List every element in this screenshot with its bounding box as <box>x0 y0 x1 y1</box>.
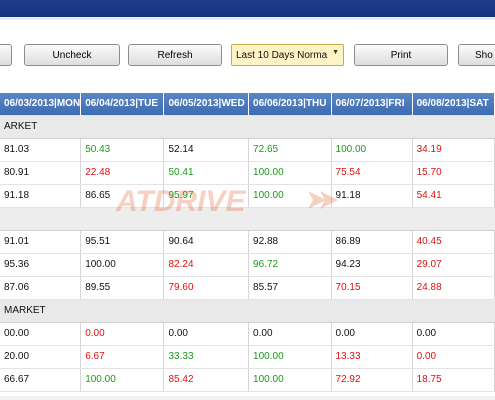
table-cell: 50.43 <box>80 138 165 162</box>
table-cell: 96.72 <box>248 253 332 277</box>
table-cell: 94.23 <box>331 253 413 277</box>
table-cell: 86.65 <box>80 184 165 208</box>
table-cell: 92.88 <box>248 230 332 254</box>
table-cell: 91.01 <box>0 230 82 254</box>
table-cell: 95.51 <box>80 230 165 254</box>
uncheck-button[interactable]: Uncheck <box>24 44 120 66</box>
table-cell: 00.00 <box>0 322 82 346</box>
title-bar <box>0 0 495 20</box>
table-cell: 20.00 <box>0 345 82 369</box>
table-row[interactable]: 91.01 95.51 90.64 92.88 86.89 40.45 <box>0 230 495 254</box>
table-cell: 70.15 <box>331 276 413 300</box>
table-cell: 0.00 <box>412 345 495 369</box>
table-cell: 87.06 <box>0 276 82 300</box>
table-cell: 0.00 <box>163 322 250 346</box>
horizontal-scrollbar[interactable] <box>0 396 495 400</box>
table-cell: 89.55 <box>80 276 165 300</box>
column-header[interactable]: 06/05/2013|WED <box>163 93 250 116</box>
group-label <box>0 207 495 231</box>
table-row[interactable]: 00.00 0.00 0.00 0.00 0.00 0.00 <box>0 322 495 346</box>
table-cell: 13.33 <box>331 345 413 369</box>
table-cell: 81.03 <box>0 138 82 162</box>
table-row[interactable]: 20.00 6.67 33.33 100.00 13.33 0.00 <box>0 345 495 369</box>
grid-body: ARKET 81.03 50.43 52.14 72.65 100.00 34.19 80.9… <box>0 115 495 392</box>
table-cell: 75.54 <box>331 161 413 185</box>
table-cell: 34.19 <box>412 138 495 162</box>
group-label: MARKET <box>0 299 495 323</box>
refresh-button[interactable]: Refresh <box>128 44 222 66</box>
table-cell: 91.18 <box>331 184 413 208</box>
table-cell: 91.18 <box>0 184 82 208</box>
table-cell: 40.45 <box>412 230 495 254</box>
table-cell: 50.41 <box>163 161 250 185</box>
table-cell: 0.00 <box>248 322 332 346</box>
table-cell: 100.00 <box>248 368 332 392</box>
check-button[interactable] <box>0 44 12 66</box>
table-cell: 100.00 <box>80 253 165 277</box>
table-row[interactable]: 95.36 100.00 82.24 96.72 94.23 29.07 <box>0 253 495 277</box>
table-cell: 15.70 <box>412 161 495 185</box>
chevron-down-icon: ▼ <box>332 49 339 56</box>
table-cell: 100.00 <box>248 184 332 208</box>
table-cell: 72.92 <box>331 368 413 392</box>
table-cell: 24.88 <box>412 276 495 300</box>
grid-header-row: 06/03/2013|MON 06/04/2013|TUE 06/05/2013|W… <box>0 93 495 116</box>
group-row: ARKET <box>0 115 495 139</box>
table-cell: 66.67 <box>0 368 82 392</box>
table-cell: 52.14 <box>163 138 250 162</box>
column-header[interactable]: 06/06/2013|THU <box>248 93 332 116</box>
column-header[interactable]: 06/04/2013|TUE <box>80 93 165 116</box>
table-cell: 0.00 <box>412 322 495 346</box>
group-label: ARKET <box>0 115 495 139</box>
table-cell: 80.91 <box>0 161 82 185</box>
table-cell: 95.36 <box>0 253 82 277</box>
table-cell: 29.07 <box>412 253 495 277</box>
table-row[interactable]: 81.03 50.43 52.14 72.65 100.00 34.19 <box>0 138 495 162</box>
table-row[interactable]: 66.67 100.00 85.42 100.00 72.92 18.75 <box>0 368 495 392</box>
table-cell: 22.48 <box>80 161 165 185</box>
group-row: MARKET <box>0 299 495 323</box>
table-cell: 79.60 <box>163 276 250 300</box>
table-cell: 18.75 <box>412 368 495 392</box>
column-header[interactable]: 06/03/2013|MON <box>0 93 82 116</box>
table-cell: 100.00 <box>248 345 332 369</box>
print-button[interactable]: Print <box>354 44 448 66</box>
table-cell: 100.00 <box>331 138 413 162</box>
table-cell: 90.64 <box>163 230 250 254</box>
table-cell: 85.42 <box>163 368 250 392</box>
table-row[interactable]: 91.18 86.65 95.97 100.00 91.18 54.41 <box>0 184 495 208</box>
table-cell: 100.00 <box>248 161 332 185</box>
table-cell: 0.00 <box>331 322 413 346</box>
show-button[interactable]: Sho <box>458 44 495 66</box>
table-cell: 85.57 <box>248 276 332 300</box>
table-row[interactable]: 87.06 89.55 79.60 85.57 70.15 24.88 <box>0 276 495 300</box>
date-range-select[interactable]: Last 10 Days Norma ▼ <box>231 44 344 66</box>
table-cell: 0.00 <box>80 322 165 346</box>
column-header[interactable]: 06/08/2013|SAT <box>412 93 495 116</box>
table-cell: 72.65 <box>248 138 332 162</box>
table-row[interactable]: 80.91 22.48 50.41 100.00 75.54 15.70 <box>0 161 495 185</box>
table-cell: 95.97 <box>163 184 250 208</box>
table-cell: 82.24 <box>163 253 250 277</box>
table-cell: 100.00 <box>80 368 165 392</box>
table-cell: 6.67 <box>80 345 165 369</box>
column-header[interactable]: 06/07/2013|FRI <box>331 93 413 116</box>
report-grid: 06/03/2013|MON 06/04/2013|TUE 06/05/2013|W… <box>0 93 495 392</box>
table-cell: 86.89 <box>331 230 413 254</box>
table-cell: 33.33 <box>163 345 250 369</box>
table-cell: 54.41 <box>412 184 495 208</box>
group-separator-row <box>0 207 495 231</box>
date-range-value: Last 10 Days Norma <box>236 49 328 61</box>
